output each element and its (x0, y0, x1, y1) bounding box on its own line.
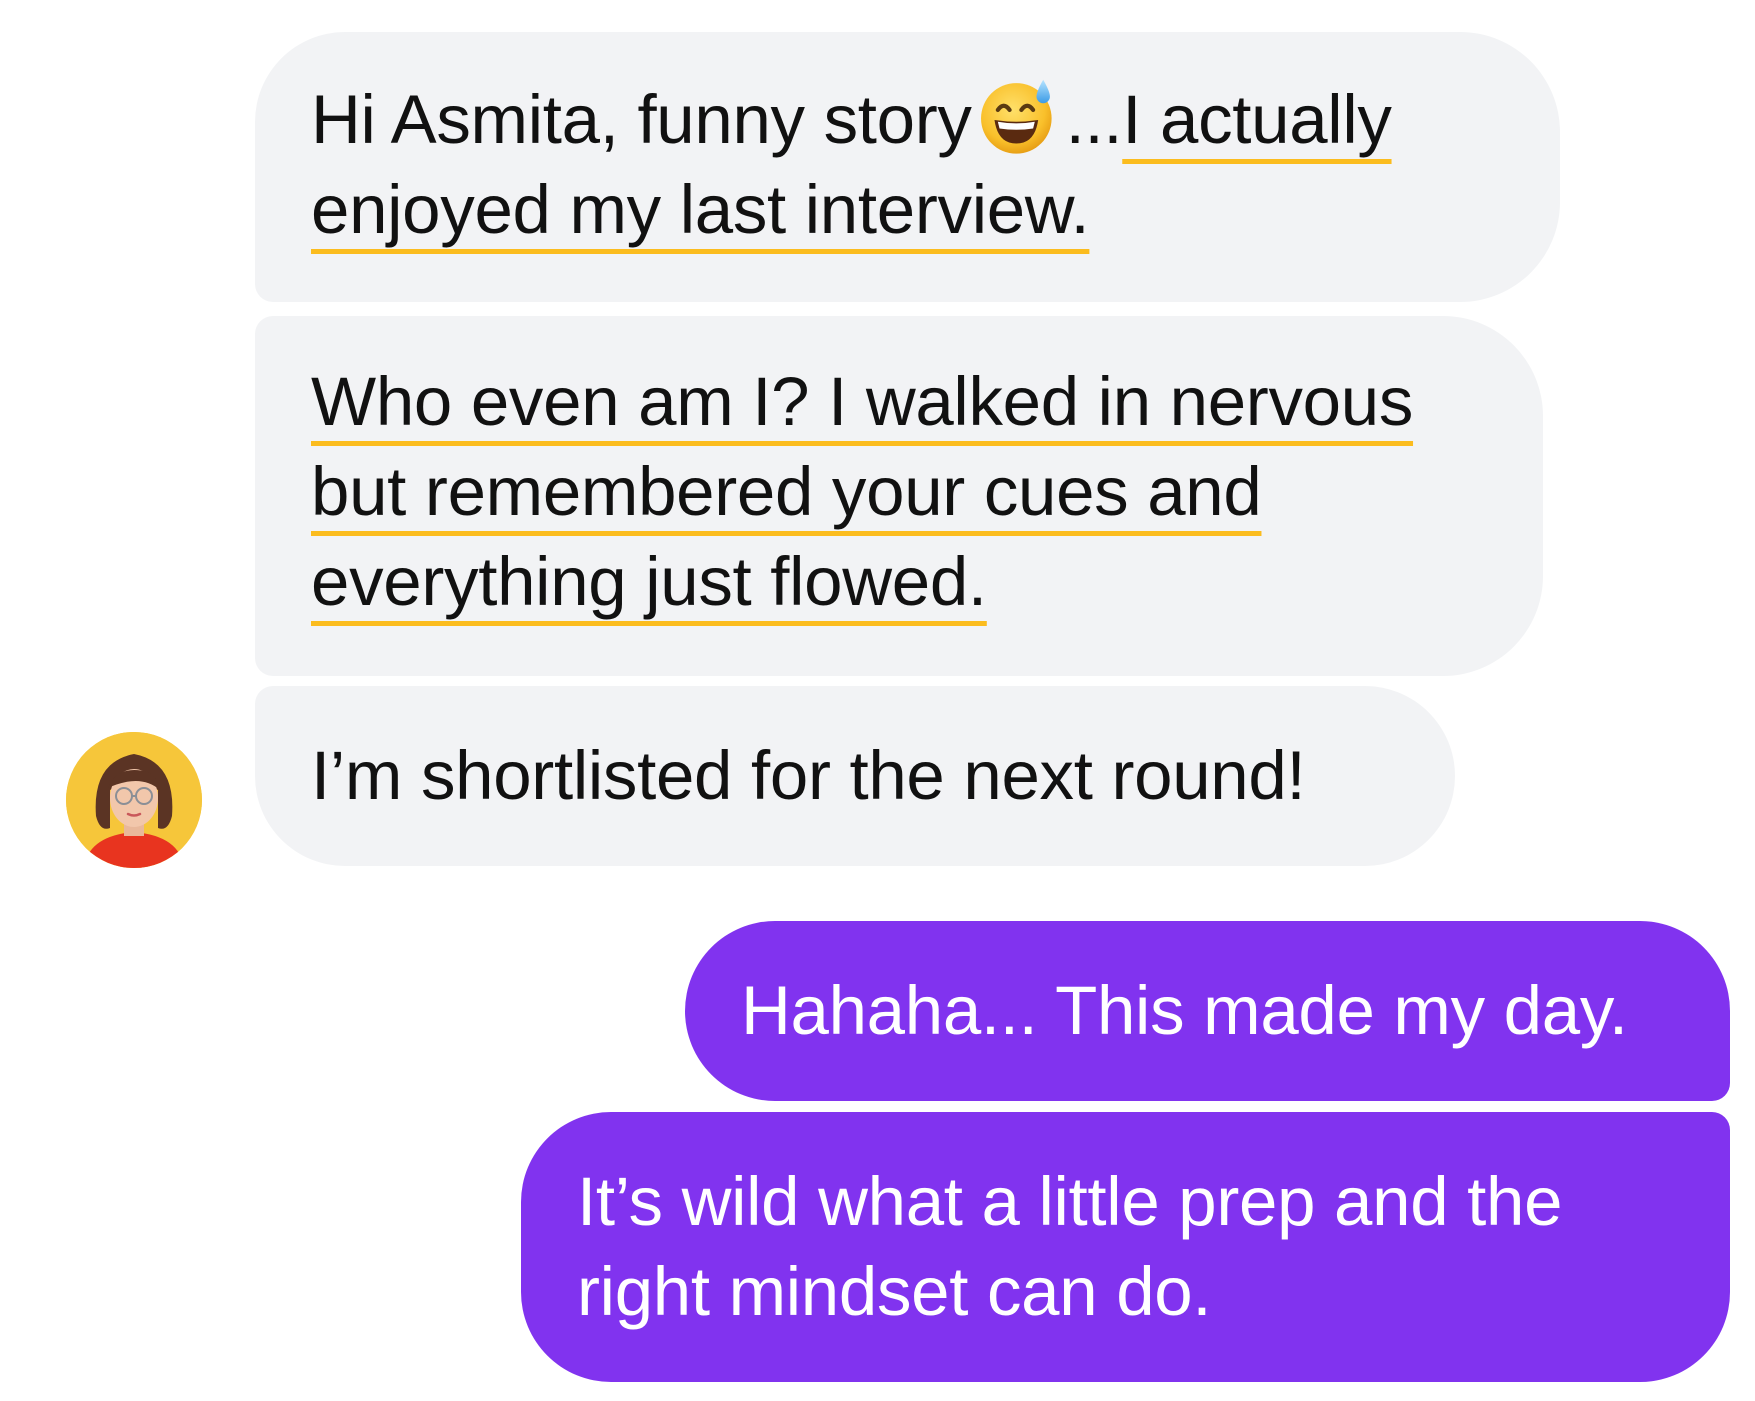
message-bubble-outgoing[interactable]: Hahaha... This made my day. (685, 921, 1730, 1101)
woman-with-glasses-avatar (66, 732, 202, 868)
message-text: Hi Asmita, funny story (311, 81, 972, 158)
message-text: Hahaha... This made my day. (741, 972, 1628, 1049)
message-bubble-outgoing[interactable]: It’s wild what a little prep and the rig… (521, 1112, 1730, 1382)
message-text: It’s wild what a little prep and the rig… (577, 1163, 1563, 1330)
message-bubble-incoming[interactable]: Hi Asmita, funny story ...I actually enj… (255, 32, 1560, 302)
highlighted-text: Who even am I? I walked in nervous but r… (311, 363, 1414, 620)
message-bubble-incoming[interactable]: Who even am I? I walked in nervous but r… (255, 316, 1543, 676)
contact-avatar[interactable] (66, 732, 202, 868)
message-bubble-incoming[interactable]: I’m shortlisted for the next round! (255, 686, 1455, 866)
message-text: ... (1065, 81, 1123, 158)
grinning-face-with-sweat-emoji (980, 79, 1052, 154)
message-text: I’m shortlisted for the next round! (311, 737, 1306, 814)
